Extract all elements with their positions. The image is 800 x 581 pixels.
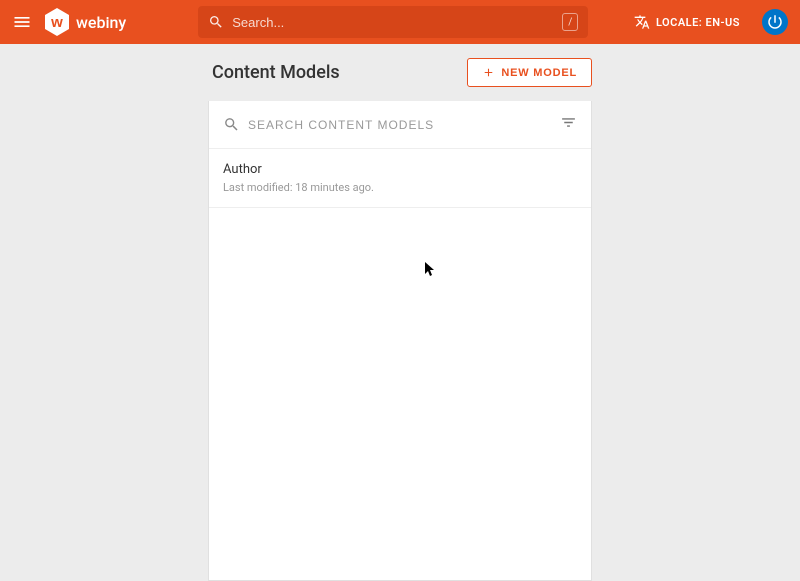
page-title: Content Models (208, 62, 340, 83)
page-header: Content Models NEW MODEL (208, 58, 592, 101)
new-model-button[interactable]: NEW MODEL (467, 58, 592, 87)
filter-button[interactable] (560, 114, 577, 135)
translate-icon (634, 14, 650, 30)
global-search[interactable]: / (198, 6, 588, 38)
plus-icon (482, 66, 495, 79)
user-avatar[interactable] (762, 9, 788, 35)
model-list-item[interactable]: Author Last modified: 18 minutes ago. (209, 149, 591, 208)
brand-name: webiny (76, 13, 126, 32)
app-header: w webiny / LOCALE: EN-US (0, 0, 800, 44)
hamburger-icon (12, 12, 32, 32)
model-meta: Last modified: 18 minutes ago. (223, 181, 577, 194)
brand-logo[interactable]: w webiny (44, 7, 126, 37)
power-icon (766, 13, 784, 31)
search-shortcut-badge: / (562, 13, 578, 31)
models-search-input[interactable] (248, 118, 552, 132)
model-name: Author (223, 162, 577, 177)
svg-text:w: w (50, 14, 63, 31)
new-model-label: NEW MODEL (501, 67, 577, 79)
search-icon (223, 116, 240, 133)
locale-label: LOCALE: EN-US (656, 16, 740, 29)
menu-button[interactable] (12, 12, 32, 32)
global-search-input[interactable] (232, 15, 562, 30)
main-content: Content Models NEW MODEL Author Last mod… (0, 44, 800, 581)
logo-badge-icon: w (44, 7, 70, 37)
models-search-row (209, 101, 591, 149)
locale-selector[interactable]: LOCALE: EN-US (634, 14, 740, 30)
search-icon (208, 14, 224, 30)
filter-icon (560, 114, 577, 131)
models-panel: Author Last modified: 18 minutes ago. (208, 101, 592, 581)
